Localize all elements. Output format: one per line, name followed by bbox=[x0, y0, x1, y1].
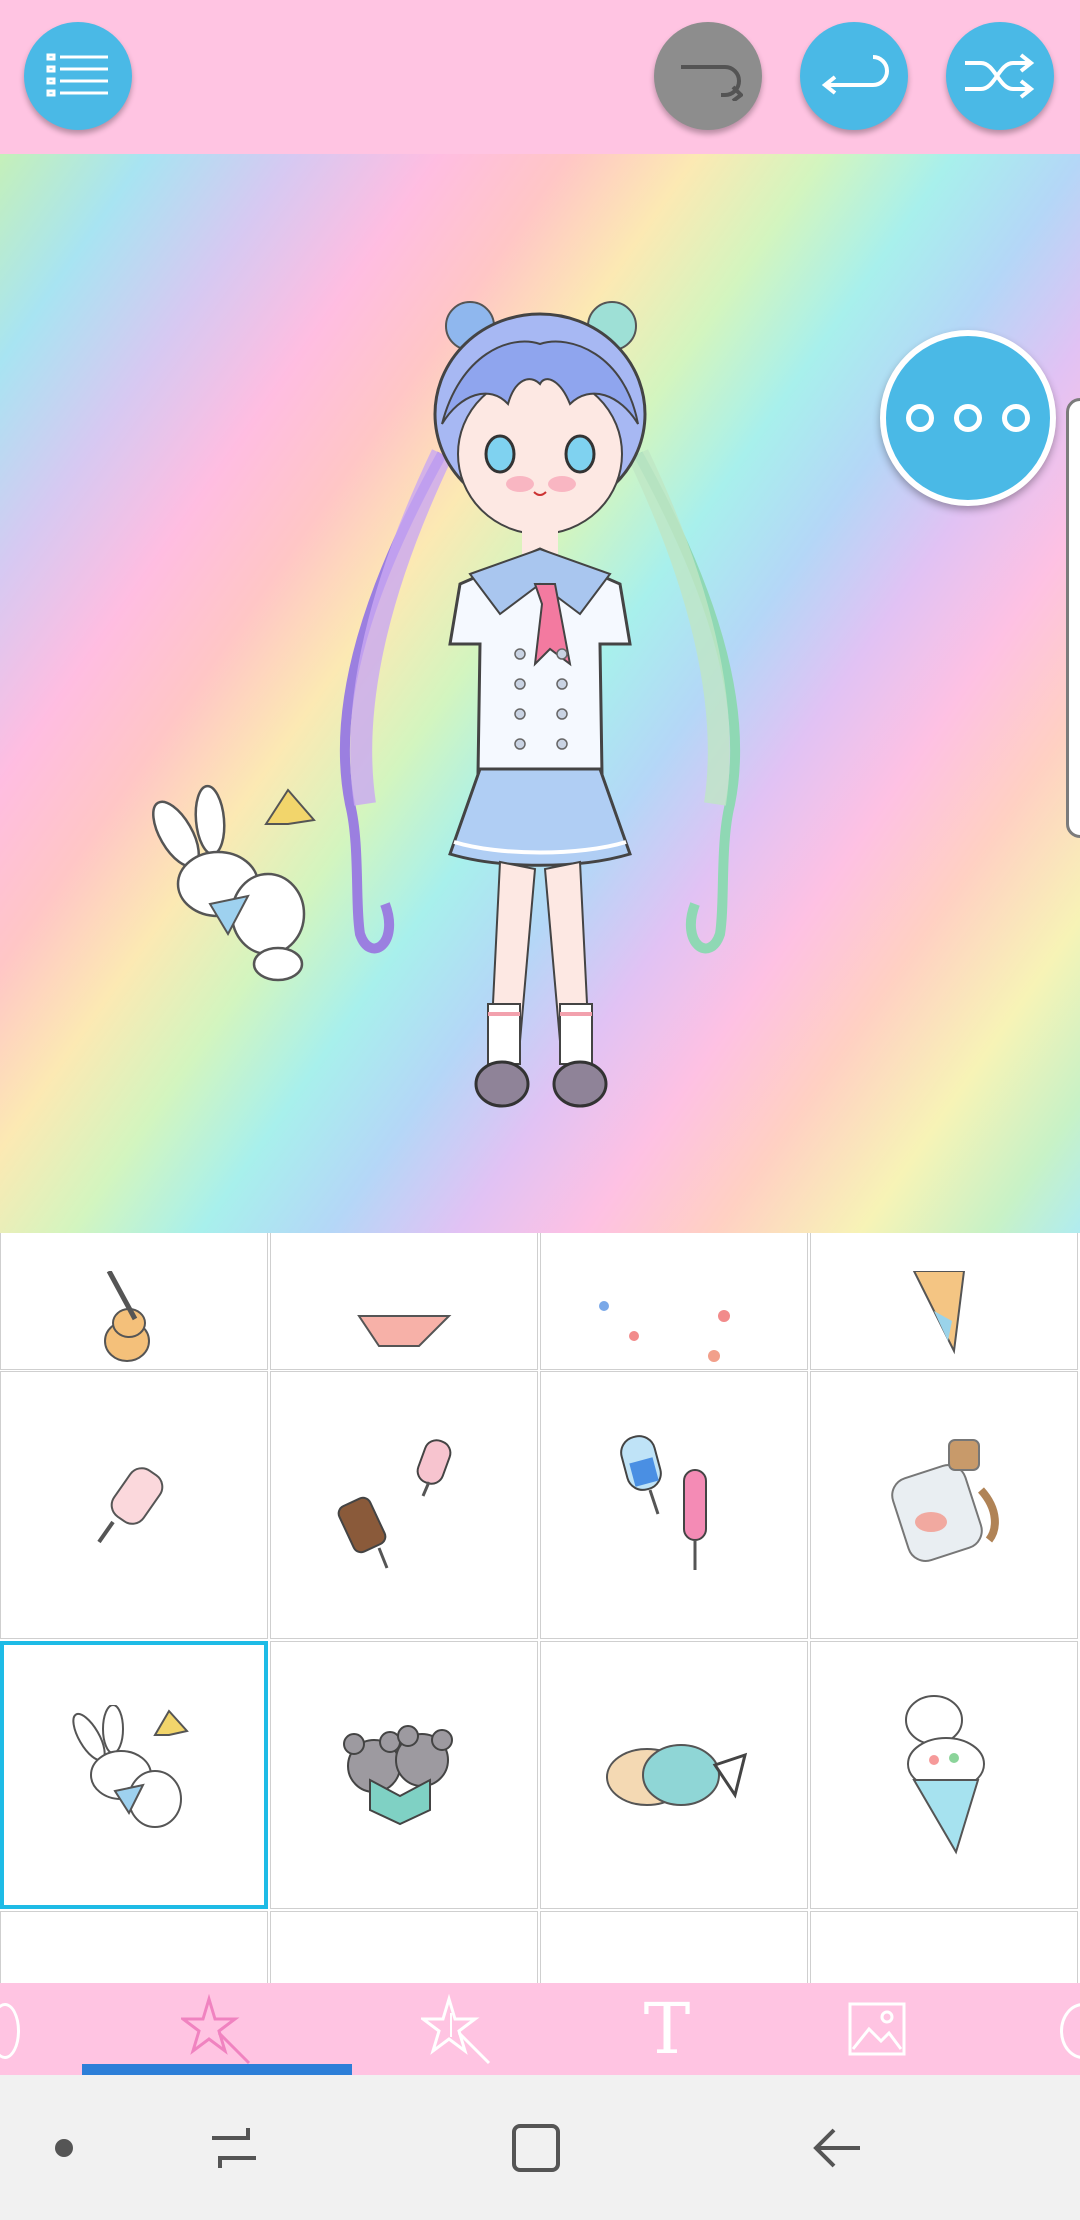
undo-button[interactable] bbox=[800, 22, 908, 130]
system-nav-bar bbox=[0, 2075, 1080, 2220]
sticker-item-mice-reading-book[interactable] bbox=[270, 1641, 538, 1909]
sticker-item-cake-slice[interactable] bbox=[270, 1233, 538, 1370]
more-options-button[interactable] bbox=[880, 330, 1056, 506]
sticker-item-partial[interactable] bbox=[810, 1911, 1078, 1983]
bottle-icon bbox=[891, 1439, 999, 1562]
more-dot-icon bbox=[1002, 404, 1030, 432]
recent-apps-button[interactable] bbox=[154, 2075, 314, 2220]
ice-cream-cone-icon bbox=[912, 1271, 966, 1355]
sticker-item-penguins[interactable] bbox=[540, 1641, 808, 1909]
image-icon bbox=[848, 2002, 906, 2056]
active-tab-indicator bbox=[82, 2064, 352, 2075]
popsicle-icon bbox=[97, 1467, 164, 1544]
redo-button[interactable] bbox=[654, 22, 762, 130]
sticker-item-cat-ice-cream-cone[interactable] bbox=[810, 1641, 1078, 1909]
bunny-icon bbox=[72, 1705, 189, 1828]
sticker-grid bbox=[0, 1233, 1080, 1983]
tab-background[interactable] bbox=[742, 1983, 1012, 2075]
undo-icon bbox=[821, 55, 889, 95]
dot-icon bbox=[55, 2138, 73, 2157]
cat-cone-icon bbox=[905, 1695, 985, 1855]
design-canvas[interactable] bbox=[0, 154, 1080, 1233]
top-toolbar bbox=[0, 0, 1080, 154]
sticker-item-partial[interactable] bbox=[270, 1911, 538, 1983]
sticker-item-popsicle-and-lollipop[interactable] bbox=[540, 1371, 808, 1639]
more-dot-icon bbox=[954, 404, 982, 432]
back-button[interactable] bbox=[758, 2075, 918, 2220]
sparkle-star-icon bbox=[421, 1993, 491, 2065]
star-wand-icon bbox=[181, 1993, 251, 2065]
chocolate-popsicle-icon bbox=[337, 1439, 452, 1569]
tab-stickers[interactable] bbox=[82, 1983, 352, 2075]
redo-icon bbox=[681, 65, 743, 101]
shuffle-button[interactable] bbox=[946, 22, 1054, 130]
cake-icon bbox=[357, 1315, 452, 1347]
bottom-tab-bar: T bbox=[0, 1983, 1080, 2075]
nav-dot-button[interactable] bbox=[0, 2075, 144, 2220]
penguins-icon bbox=[606, 1744, 748, 1806]
mice-icon bbox=[343, 1725, 453, 1826]
sticker-item-partial[interactable] bbox=[540, 1911, 808, 1983]
home-icon bbox=[512, 2123, 560, 2172]
sticker-item-sprinkles[interactable] bbox=[540, 1233, 808, 1370]
menu-button[interactable] bbox=[24, 22, 132, 130]
guitar-icon bbox=[104, 1271, 150, 1362]
back-arrow-icon bbox=[813, 2128, 860, 2167]
sticker-item-ice-cream-cone[interactable] bbox=[810, 1233, 1078, 1370]
bunny-sticker[interactable] bbox=[148, 784, 320, 984]
sticker-item-chocolate-popsicles[interactable] bbox=[270, 1371, 538, 1639]
recents-icon bbox=[212, 2127, 256, 2168]
character-figure[interactable] bbox=[330, 284, 750, 1164]
more-dot-icon bbox=[906, 404, 934, 432]
shuffle-icon bbox=[965, 53, 1035, 99]
tab-next-partial[interactable] bbox=[1060, 2003, 1080, 2059]
home-button[interactable] bbox=[456, 2075, 616, 2220]
text-tab-label: T bbox=[643, 1988, 691, 2070]
sticker-item-bunny-with-horn[interactable] bbox=[0, 1641, 268, 1909]
tab-prev-partial[interactable] bbox=[0, 2003, 20, 2059]
sticker-item-shell-bottle[interactable] bbox=[810, 1371, 1078, 1639]
sticker-item-guitar[interactable] bbox=[0, 1233, 268, 1370]
sticker-item-partial[interactable] bbox=[0, 1911, 268, 1983]
popsicle-lollipop-icon bbox=[620, 1435, 707, 1570]
menu-icon bbox=[46, 53, 108, 97]
sprinkles-icon bbox=[599, 1301, 730, 1362]
sticker-item-popsicle[interactable] bbox=[0, 1371, 268, 1639]
side-drawer-handle[interactable] bbox=[1066, 398, 1080, 838]
